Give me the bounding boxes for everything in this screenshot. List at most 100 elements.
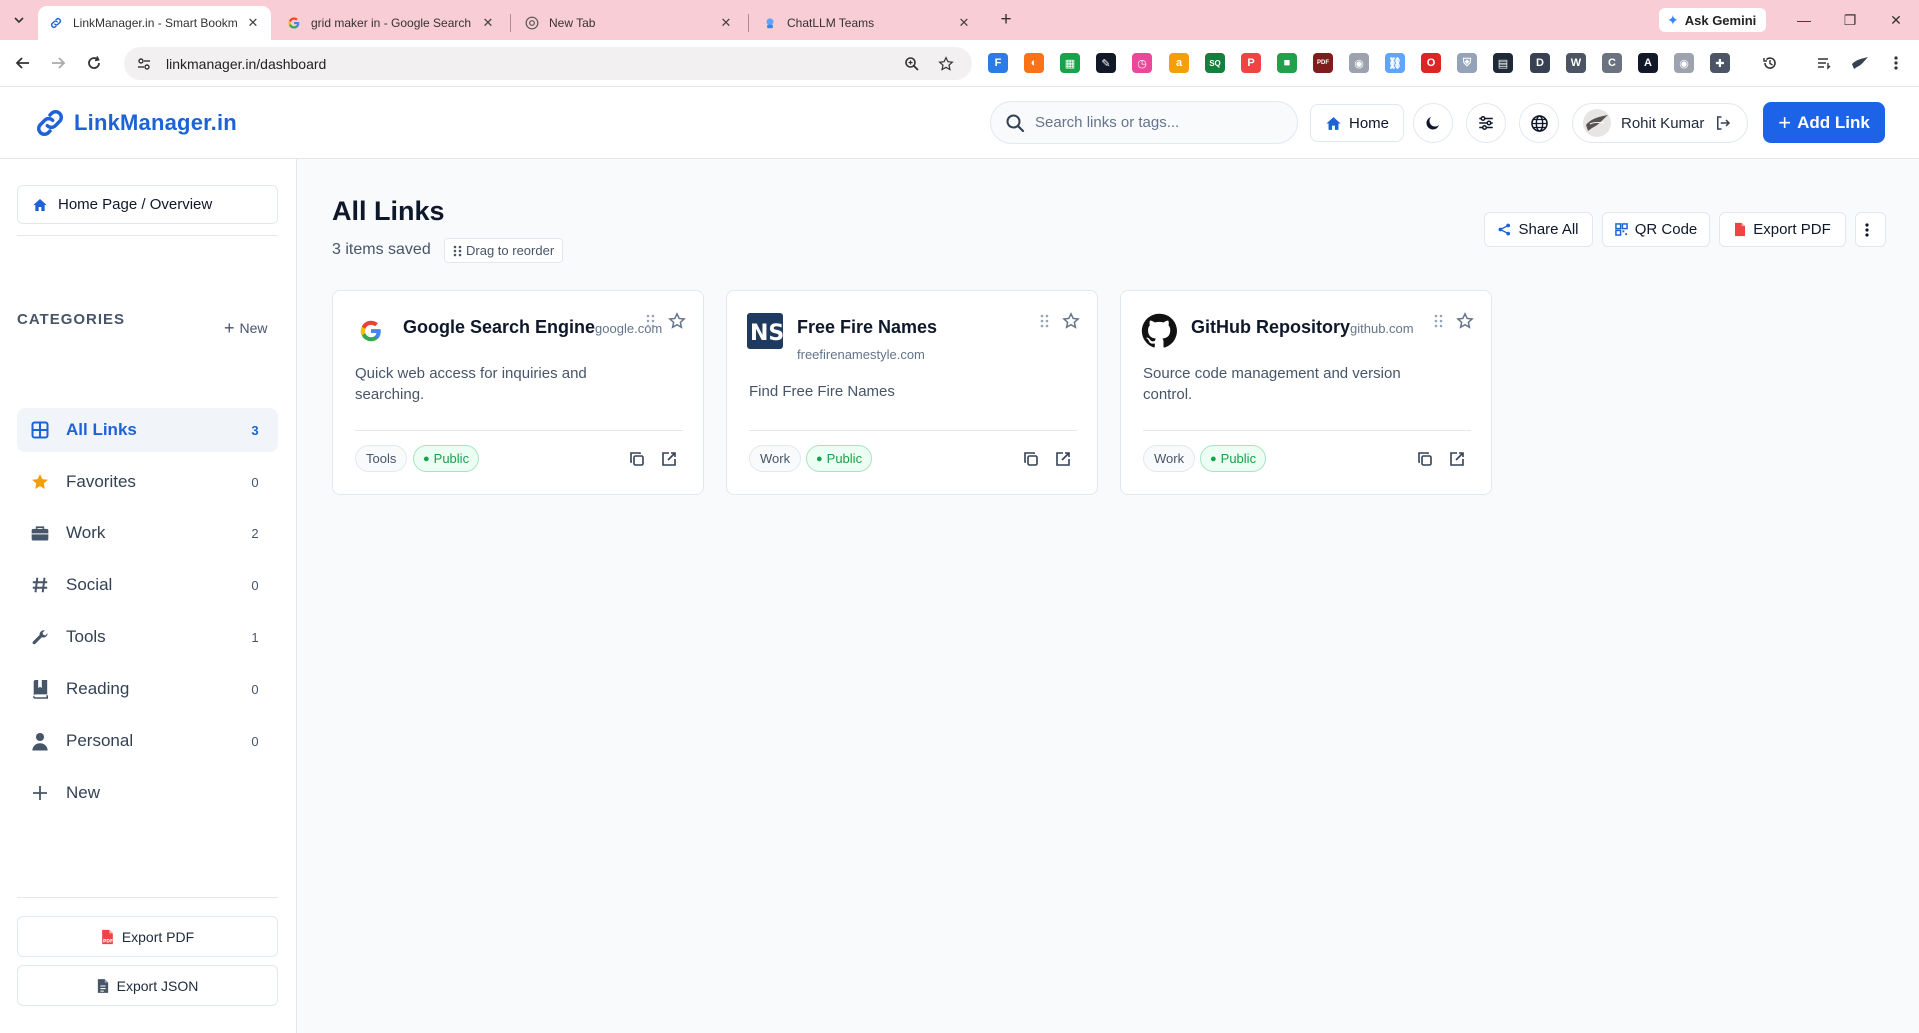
language-globe-button[interactable] [1519, 103, 1559, 143]
logout-icon[interactable] [1714, 114, 1732, 132]
github-logo-icon [1141, 313, 1177, 349]
clock-extension-icon[interactable]: ◷ [1132, 53, 1152, 73]
sidebar-item-reading[interactable]: Reading 0 [17, 667, 278, 711]
shield-extension-icon[interactable]: ⛨ [1457, 53, 1477, 73]
note-extension-icon[interactable]: ▤ [1493, 53, 1513, 73]
copy-link-icon[interactable] [627, 449, 647, 469]
card-title[interactable]: Google Search Enginegoogle.com [403, 317, 662, 338]
sidebar-item-all-links[interactable]: All Links 3 [17, 408, 278, 452]
drag-handle-icon[interactable] [643, 312, 657, 330]
share-all-button[interactable]: Share All [1484, 212, 1593, 247]
reload-icon[interactable] [82, 51, 106, 75]
search-input[interactable] [1035, 114, 1275, 131]
amazon-extension-icon[interactable]: a [1169, 53, 1189, 73]
browser-tab-chatllm[interactable]: ChatLLM Teams ✕ [752, 6, 982, 40]
app-logo[interactable]: LinkManager.in [34, 107, 237, 139]
sidebar-export-json-button[interactable]: Export JSON [17, 965, 278, 1006]
tab-close-icon[interactable]: ✕ [956, 15, 972, 31]
plus-icon [29, 782, 51, 804]
open-external-icon[interactable] [659, 449, 679, 469]
sidebar-add-category[interactable]: New [17, 771, 278, 815]
puzzle-extension-icon[interactable]: ✚ [1710, 53, 1730, 73]
json-file-icon [97, 978, 108, 993]
camera2-extension-icon[interactable]: ◉ [1674, 53, 1694, 73]
favorite-star-icon[interactable] [1060, 310, 1082, 332]
a-circle-extension-icon[interactable]: A [1638, 53, 1658, 73]
new-category-button[interactable]: + New [224, 319, 268, 337]
camera-extension-icon[interactable]: ◉ [1349, 53, 1369, 73]
new-tab-plus-icon[interactable]: + [995, 9, 1017, 31]
address-bar[interactable]: linkmanager.in/dashboard [124, 47, 972, 80]
pen-extension-icon[interactable]: ✎ [1096, 53, 1116, 73]
browser-tab-new-tab[interactable]: New Tab ✕ [514, 6, 744, 40]
drag-handle-icon[interactable] [1431, 312, 1445, 330]
tab-search-chevron-icon[interactable] [8, 9, 30, 31]
ask-gemini-button[interactable]: ✦ Ask Gemini [1659, 8, 1767, 32]
link-card-google[interactable]: Google Search Enginegoogle.com Quick web… [332, 290, 704, 495]
minimize-window-icon[interactable]: — [1792, 8, 1816, 32]
qr-code-button[interactable]: QR Code [1602, 212, 1710, 247]
sq-extension-icon[interactable]: SQ [1205, 53, 1225, 73]
grid-icon [29, 419, 51, 441]
card-divider [749, 430, 1077, 431]
tab-close-icon[interactable]: ✕ [480, 15, 496, 31]
grid-extension-icon[interactable]: ▦ [1060, 53, 1080, 73]
back-arrow-icon[interactable] [11, 51, 35, 75]
category-tag[interactable]: Work [749, 445, 802, 472]
tab-close-icon[interactable]: ✕ [245, 15, 261, 31]
sidebar-export-pdf-button[interactable]: PDF Export PDF [17, 916, 278, 957]
add-link-button[interactable]: + Add Link [1763, 102, 1885, 143]
home-button[interactable]: Home [1310, 104, 1405, 142]
search-box[interactable] [990, 101, 1298, 144]
close-window-icon[interactable]: ✕ [1884, 8, 1908, 32]
favorite-star-icon[interactable] [1454, 310, 1476, 332]
user-menu[interactable]: Rohit Kumar [1572, 103, 1748, 143]
sidebar-item-tools[interactable]: Tools 1 [17, 615, 278, 659]
export-pdf-button[interactable]: Export PDF [1719, 212, 1846, 247]
pdf-extension-icon[interactable]: PDF [1313, 53, 1333, 73]
forward-arrow-icon[interactable] [46, 51, 70, 75]
copy-link-icon[interactable] [1021, 449, 1041, 469]
history-icon[interactable] [1758, 51, 1782, 75]
home-overview-button[interactable]: Home Page / Overview [17, 185, 278, 224]
sidebar-item-favorites[interactable]: Favorites 0 [17, 460, 278, 504]
d-extension-icon[interactable]: D [1530, 53, 1550, 73]
restore-window-icon[interactable]: ❐ [1838, 8, 1862, 32]
link-card-github[interactable]: GitHub Repositorygithub.com Source code … [1120, 290, 1492, 495]
color-wheel-extension-icon[interactable]: ◐ [1024, 53, 1044, 73]
sidebar-item-personal[interactable]: Personal 0 [17, 719, 278, 763]
category-tag[interactable]: Tools [355, 445, 408, 472]
browser-tab-linkmanager[interactable]: LinkManager.in - Smart Bookma ✕ [38, 6, 271, 40]
link-card-free-fire-names[interactable]: NS Free Fire Names freefirenamestyle.com… [726, 290, 1098, 495]
f-extension-icon[interactable]: F [988, 53, 1008, 73]
c-extension-icon[interactable]: C [1602, 53, 1622, 73]
sidebar-item-social[interactable]: Social 0 [17, 563, 278, 607]
bot-extension-icon[interactable]: ■ [1277, 53, 1297, 73]
copy-link-icon[interactable] [1415, 449, 1435, 469]
dark-mode-toggle[interactable] [1413, 103, 1453, 143]
favorite-star-icon[interactable] [666, 310, 688, 332]
card-title[interactable]: Free Fire Names [797, 317, 937, 338]
open-external-icon[interactable] [1447, 449, 1467, 469]
link-extension-icon[interactable]: ⛓ [1385, 53, 1405, 73]
opera-extension-icon[interactable]: O [1421, 53, 1441, 73]
p-extension-icon[interactable]: P [1241, 53, 1261, 73]
w-extension-icon[interactable]: W [1566, 53, 1586, 73]
site-info-icon[interactable] [132, 52, 156, 76]
settings-sliders-button[interactable] [1466, 103, 1506, 143]
browser-tab-google-search[interactable]: grid maker in - Google Search ✕ [276, 6, 506, 40]
sidebar-item-work[interactable]: Work 2 [17, 511, 278, 555]
tab-title: grid maker in - Google Search [311, 16, 472, 30]
tab-close-icon[interactable]: ✕ [718, 15, 734, 31]
profile-bird-icon[interactable] [1848, 51, 1872, 75]
browser-menu-icon[interactable] [1884, 51, 1908, 75]
card-title[interactable]: GitHub Repositorygithub.com [1191, 317, 1414, 338]
link-logo-icon [37, 110, 63, 136]
zoom-icon[interactable] [901, 53, 923, 75]
bookmark-star-icon[interactable] [935, 53, 957, 75]
drag-handle-icon[interactable] [1037, 312, 1051, 330]
category-tag[interactable]: Work [1143, 445, 1196, 472]
more-options-button[interactable] [1855, 212, 1886, 247]
open-external-icon[interactable] [1053, 449, 1073, 469]
reading-list-icon[interactable] [1812, 51, 1836, 75]
